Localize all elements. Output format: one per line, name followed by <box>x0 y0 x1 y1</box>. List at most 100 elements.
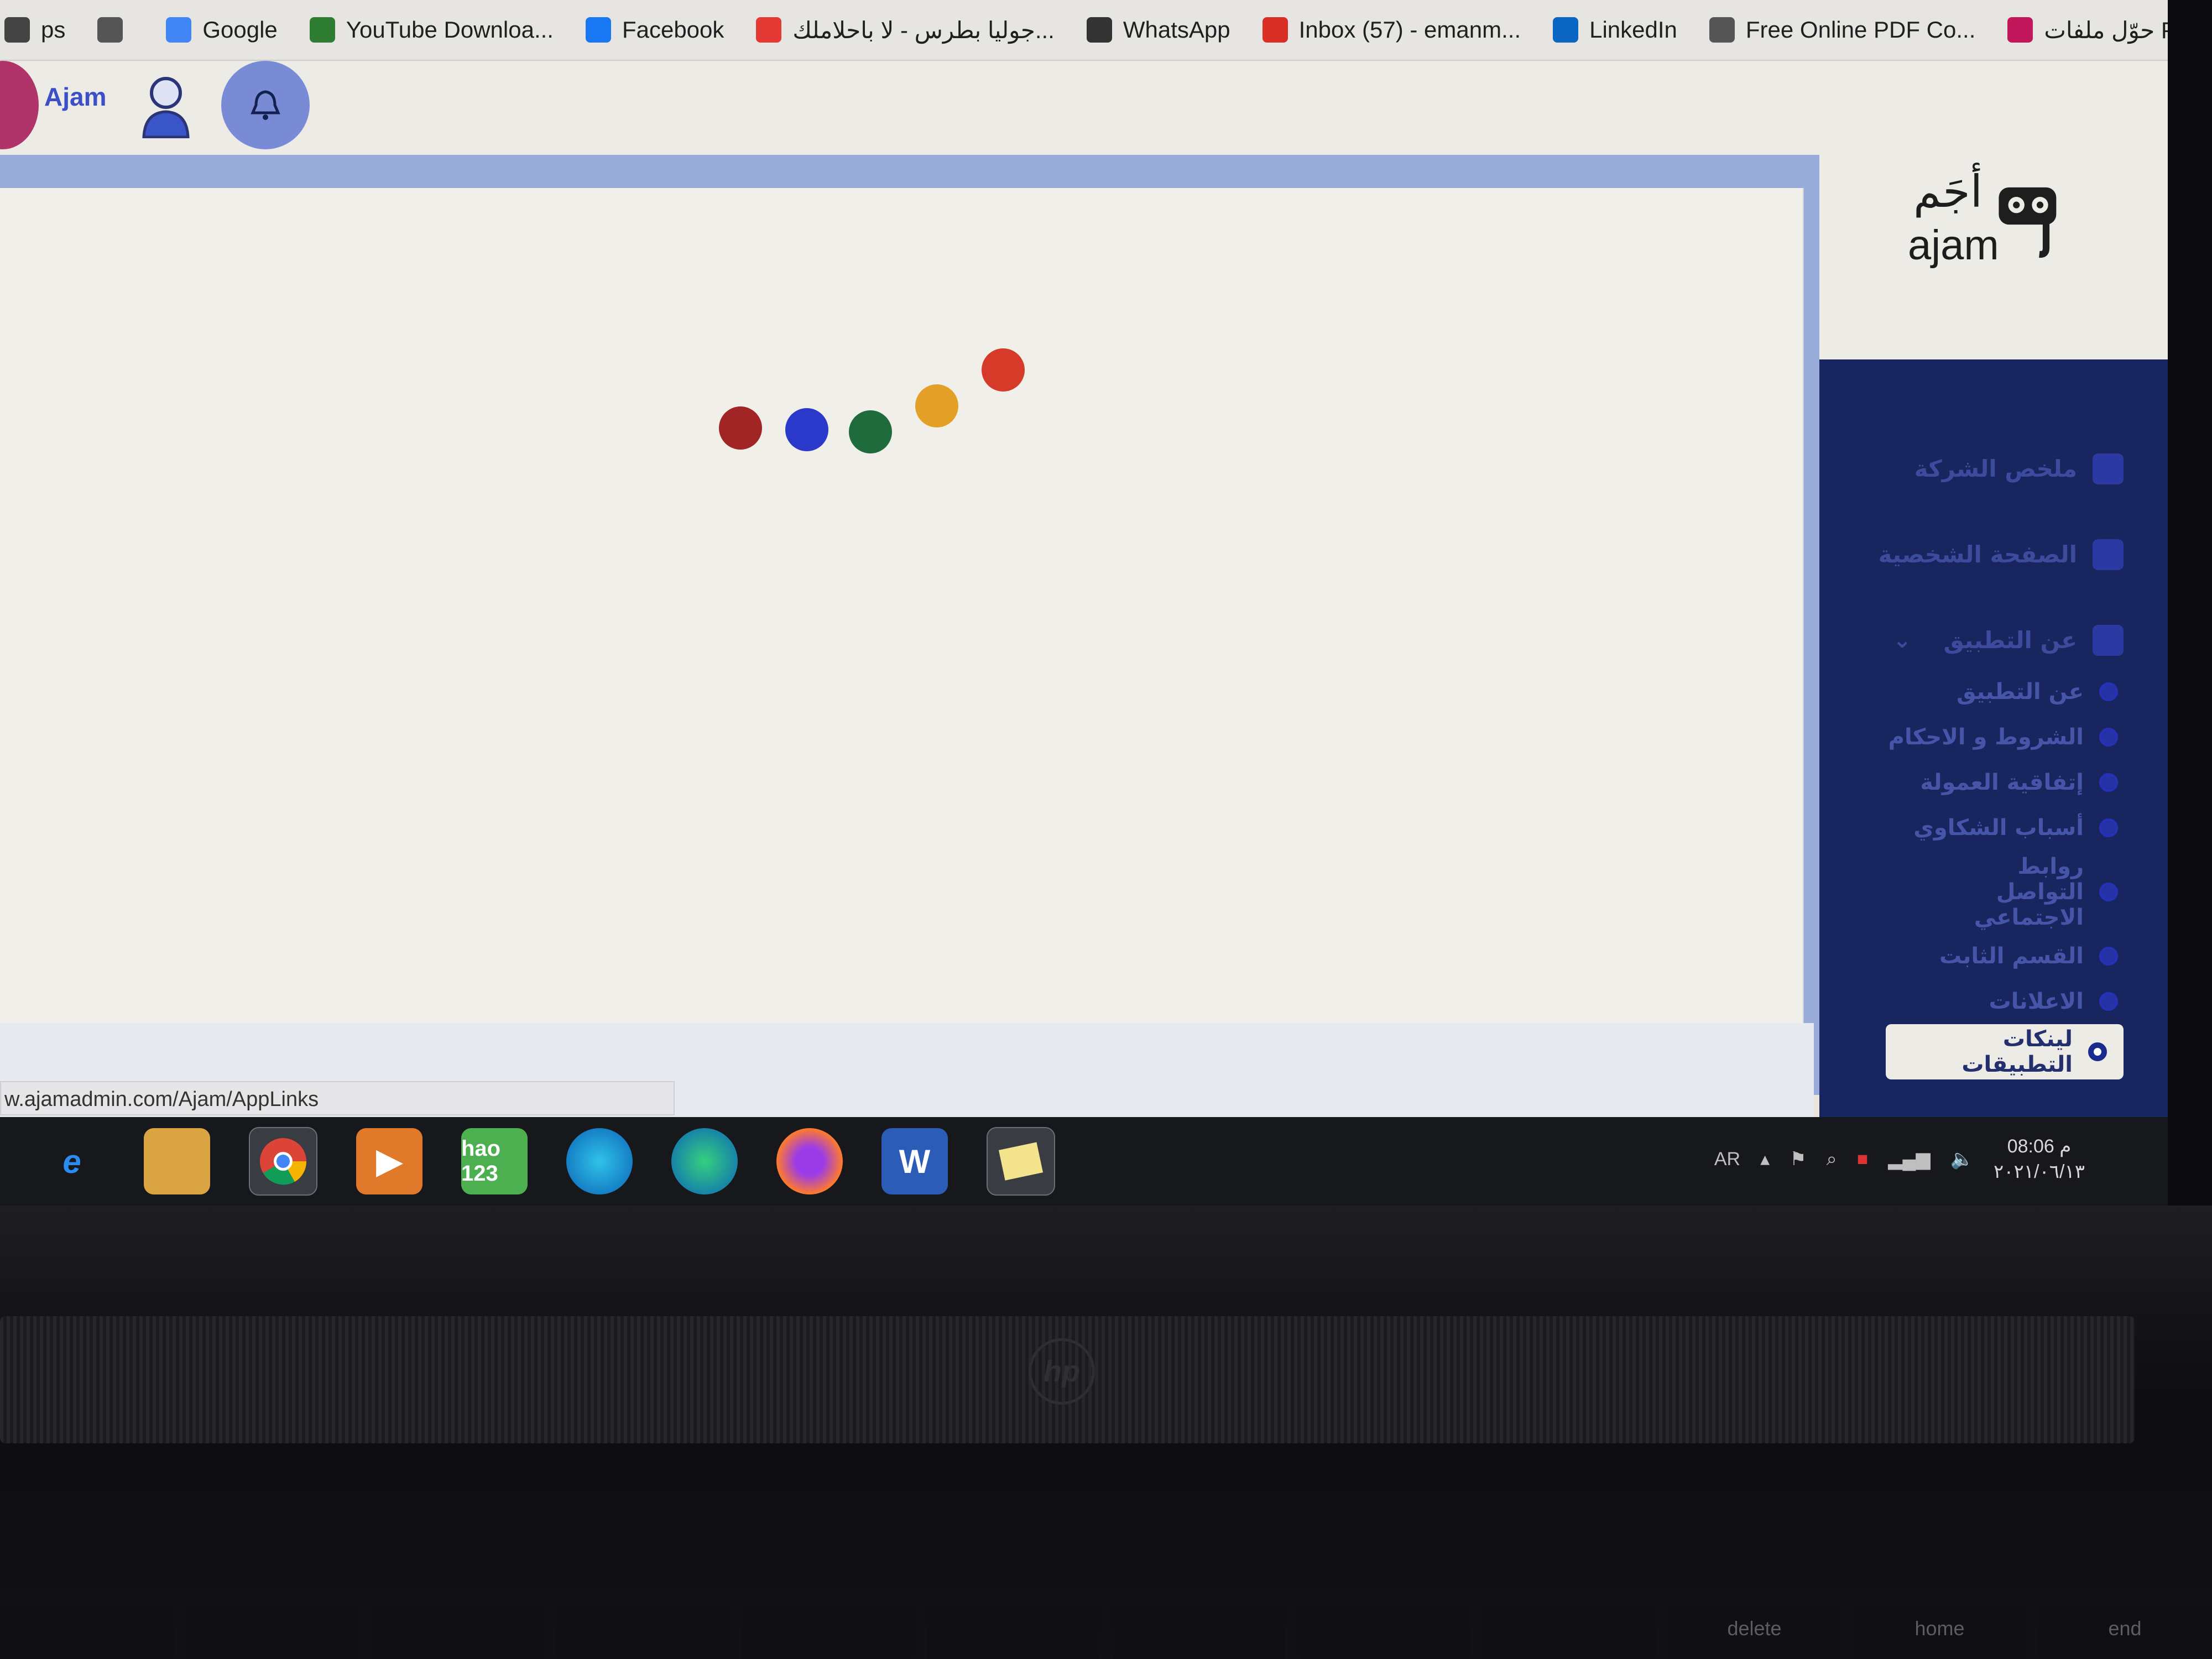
key <box>1482 1604 1656 1659</box>
facebook-icon <box>585 17 611 43</box>
key-home: home <box>1853 1604 2027 1659</box>
bookmark-label: Facebook <box>622 17 724 43</box>
bullet-icon <box>2099 818 2118 837</box>
bookmark-item[interactable] <box>97 17 134 43</box>
sidebar-item-label: الصفحة الشخصية <box>1878 541 2077 568</box>
submenu-item-about[interactable]: عن التطبيق <box>1836 669 2124 714</box>
gmail-icon <box>1262 17 1288 43</box>
key <box>1297 1604 1471 1659</box>
bookmark-item[interactable]: Google <box>166 17 278 43</box>
submenu-item-complaints[interactable]: أسباب الشكاوي <box>1836 805 2124 851</box>
sidebar-submenu: عن التطبيق الشروط و الاحكام إتفاقية العم… <box>1836 669 2124 1079</box>
bookmark-item[interactable]: حوّل ملفات PDF إلى DO... <box>2007 17 2168 44</box>
key <box>926 1604 1100 1659</box>
globe-icon <box>1709 17 1735 43</box>
bookmark-item[interactable]: WhatsApp <box>1086 17 1230 43</box>
media-player-icon[interactable]: ▶ <box>356 1128 422 1194</box>
download-icon <box>309 17 335 43</box>
submenu-item-social-links[interactable]: روابط التواصل الاجتماعي <box>1836 851 2124 933</box>
clock-date: ٢٠٢١/٠٦/١٣ <box>1994 1161 2085 1182</box>
chevron-down-icon: ⌄ <box>1893 627 1912 653</box>
submenu-item-commission[interactable]: إتفاقية العمولة <box>1836 760 2124 805</box>
sidebar-item-company-summary[interactable]: ملخص الشركة <box>1836 426 2124 512</box>
submenu-label: عن التطبيق <box>1957 679 2084 705</box>
bookmark-label: ps <box>41 17 66 43</box>
bookmark-item[interactable]: Inbox (57) - emanm... <box>1262 17 1521 43</box>
security-icon[interactable]: ■ <box>1857 1149 1869 1170</box>
key <box>0 1604 174 1659</box>
bookmark-item[interactable]: Free Online PDF Co... <box>1709 17 1975 43</box>
language-indicator[interactable]: AR <box>1714 1149 1740 1170</box>
submenu-item-fixed-section[interactable]: القسم الثابت <box>1836 933 2124 979</box>
system-tray: AR ▴ ⚑ ⌕ ■ ▂▄▆ 🔈 08:06 م ٢٠٢١/٠٦/١٣ <box>1714 1134 2085 1185</box>
user-icon[interactable] <box>138 72 194 138</box>
notifications-button[interactable] <box>221 61 310 149</box>
keyboard-row: delete home end <box>0 1604 2212 1659</box>
apps-icon <box>4 17 30 43</box>
network-icon[interactable]: ▂▄▆ <box>1888 1148 1930 1170</box>
bookmark-item[interactable]: جوليا بطرس - لا باحلاملك... <box>756 17 1055 44</box>
sidebar-item-label: ملخص الشركة <box>1914 455 2077 482</box>
bell-icon <box>251 90 280 120</box>
submenu-item-ads[interactable]: الاعلانات <box>1836 979 2124 1024</box>
key-delete: delete <box>1667 1604 1841 1659</box>
submenu-label: أسباب الشكاوي <box>1913 815 2084 841</box>
edit-icon <box>2093 453 2124 484</box>
hao123-icon[interactable]: hao 123 <box>461 1128 528 1194</box>
key <box>556 1604 730 1659</box>
chevron-up-icon[interactable]: ▴ <box>1760 1148 1770 1170</box>
ajam-logo-icon <box>1999 187 2057 258</box>
edge-icon[interactable] <box>566 1128 633 1194</box>
bookmark-label: Free Online PDF Co... <box>1745 17 1976 43</box>
clock[interactable]: 08:06 م ٢٠٢١/٠٦/١٣ <box>1994 1134 2085 1185</box>
loader-dot-3 <box>849 410 892 453</box>
bookmark-label: Inbox (57) - emanm... <box>1298 17 1521 43</box>
loader-dot-4 <box>915 384 958 427</box>
brand-name: Ajam <box>44 82 107 111</box>
chrome-icon[interactable] <box>249 1127 317 1196</box>
internet-explorer-icon[interactable]: e <box>39 1128 105 1194</box>
taskbar: e ▶ hao 123 W AR ▴ ⚑ ⌕ ■ ▂▄▆ 🔈 08:06 م ٢… <box>0 1117 2168 1206</box>
flag-icon[interactable]: ⚑ <box>1790 1148 1806 1170</box>
bookmark-item[interactable]: LinkedIn <box>1553 17 1677 43</box>
submenu-label: القسم الثابت <box>1939 943 2084 969</box>
volume-icon[interactable]: 🔈 <box>1950 1148 1974 1170</box>
hp-logo: hp <box>1029 1338 1095 1405</box>
bookmark-item[interactable]: Facebook <box>585 17 724 43</box>
search-icon[interactable]: ⌕ <box>1827 1149 1837 1170</box>
key <box>371 1604 545 1659</box>
chrome-logo <box>260 1138 307 1185</box>
bullet-icon <box>2099 992 2118 1011</box>
bookmark-label: جوليا بطرس - لا باحلاملك... <box>792 17 1055 43</box>
avatar[interactable] <box>0 61 39 149</box>
bookmark-item[interactable]: YouTube Downloa... <box>309 17 554 43</box>
main-content-area <box>0 188 1804 1023</box>
word-icon[interactable]: W <box>881 1128 948 1194</box>
globe-icon <box>97 17 123 43</box>
bookmark-label: Google <box>202 17 278 43</box>
submenu-label: الشروط و الاحكام <box>1888 724 2084 750</box>
bookmark-item[interactable]: ps <box>4 17 65 43</box>
submenu-item-terms[interactable]: الشروط و الاحكام <box>1836 714 2124 760</box>
google-icon <box>166 17 192 43</box>
loader-dot-1 <box>719 406 762 450</box>
loader-dot-2 <box>785 408 828 451</box>
key-end: end <box>2038 1604 2212 1659</box>
sidebar-item-profile[interactable]: الصفحة الشخصية <box>1836 512 2124 597</box>
firefox-icon[interactable] <box>776 1128 843 1194</box>
submenu-label: روابط التواصل الاجتماعي <box>1974 854 2084 930</box>
clock-time: 08:06 م <box>2007 1136 2072 1157</box>
sticky-notes-icon[interactable] <box>987 1127 1055 1196</box>
submenu-label: لينكات التطبيقات <box>1961 1026 2073 1077</box>
sidebar: ملخص الشركة الصفحة الشخصية عن التطبيق ⌄ … <box>1819 359 2168 1134</box>
edge-icon[interactable] <box>671 1128 738 1194</box>
bookmark-label: WhatsApp <box>1123 17 1230 43</box>
file-explorer-icon[interactable] <box>144 1128 210 1194</box>
bookmark-label: YouTube Downloa... <box>346 17 554 43</box>
submenu-label: إتفاقية العمولة <box>1920 770 2084 795</box>
sidebar-item-label: عن التطبيق <box>1943 627 2077 654</box>
logo-arabic-text: أجَم <box>1913 166 1983 217</box>
bullet-icon <box>2099 947 2118 966</box>
laptop-screen: ps Google YouTube Downloa... Facebook جوليا … <box>0 0 2168 1206</box>
submenu-item-app-links[interactable]: لينكات التطبيقات <box>1886 1024 2124 1079</box>
